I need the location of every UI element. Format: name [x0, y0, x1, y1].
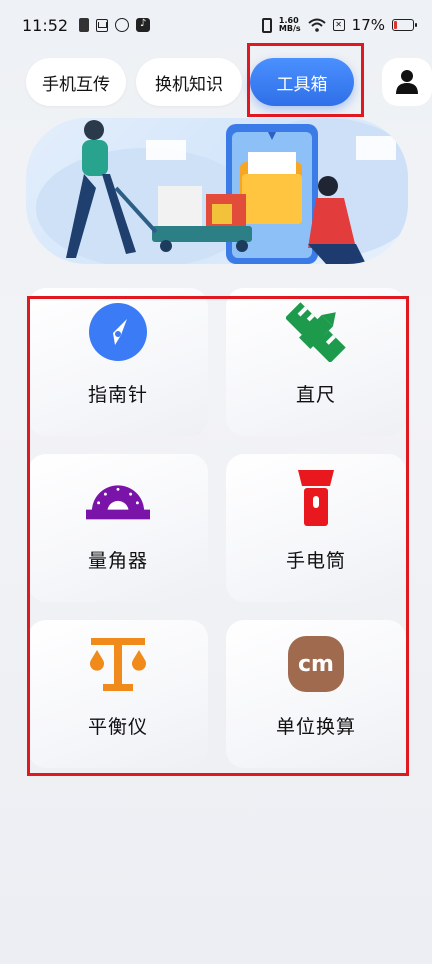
- battery-fill: [394, 21, 398, 29]
- net-speed-unit: MB/s: [278, 24, 301, 33]
- battery-icon: [392, 19, 417, 31]
- tiktok-icon: ♪: [136, 18, 151, 32]
- unit-convert-badge: cm: [288, 636, 344, 692]
- banner-illustration: [26, 118, 408, 264]
- unit-convert-text: cm: [298, 651, 334, 677]
- tool-label: 指南针: [87, 384, 148, 406]
- level-icon: [86, 634, 150, 694]
- tool-ruler[interactable]: 直尺: [226, 288, 406, 436]
- tool-label: 平衡仪: [87, 716, 148, 738]
- battery-percent: 17%: [351, 16, 385, 34]
- banner-art: [36, 118, 408, 264]
- vibrate-icon: [261, 17, 272, 33]
- protractor-icon: [86, 468, 150, 528]
- tool-label: 单位换算: [275, 716, 356, 738]
- flashlight-icon: [284, 468, 348, 528]
- tool-label: 直尺: [295, 384, 336, 406]
- tab-switch-knowledge[interactable]: 换机知识: [136, 58, 242, 106]
- x-box-icon: ✕: [332, 19, 345, 31]
- tool-flashlight[interactable]: 手电筒: [226, 454, 406, 602]
- user-button[interactable]: [382, 58, 432, 106]
- tool-label: 量角器: [87, 550, 148, 572]
- status-bar: 11:52 ♪ 1.60 MB/s ✕ 17%: [0, 0, 432, 50]
- wifi-icon: [307, 18, 326, 32]
- tool-protractor[interactable]: 量角器: [28, 454, 208, 602]
- user-icon: [396, 70, 418, 94]
- active-tab-highlight: [247, 43, 364, 117]
- unit-convert-icon: cm: [284, 634, 348, 694]
- compass-icon: [86, 302, 150, 362]
- tab-phone-transfer[interactable]: 手机互传: [26, 58, 126, 106]
- mail-icon: [96, 18, 109, 32]
- tool-unit-convert[interactable]: cm 单位换算: [226, 620, 406, 768]
- net-speed: 1.60 MB/s: [279, 17, 301, 33]
- tool-level[interactable]: 平衡仪: [28, 620, 208, 768]
- tool-label: 手电筒: [285, 550, 346, 572]
- ruler-icon: [284, 302, 348, 362]
- phone-icon: [79, 18, 90, 32]
- chat-icon: [115, 18, 130, 32]
- status-time: 11:52: [22, 15, 69, 35]
- tool-compass[interactable]: 指南针: [28, 288, 208, 436]
